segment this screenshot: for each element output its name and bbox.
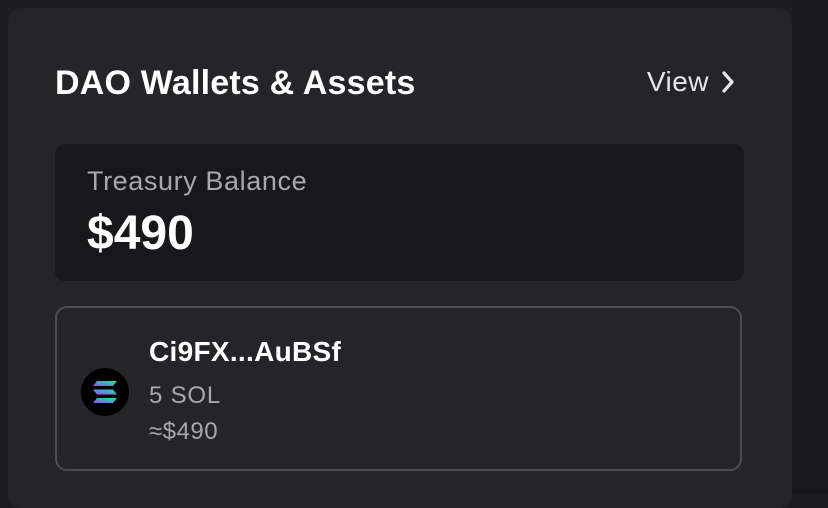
treasury-balance-value: $490: [87, 207, 194, 260]
wallet-token-amount: 5 SOL: [149, 382, 222, 409]
page-side-strip: [792, 0, 828, 494]
view-label: View: [646, 66, 709, 97]
treasury-balance-label: Treasury Balance: [87, 166, 308, 196]
card-title: DAO Wallets & Assets: [55, 64, 416, 102]
card-header: DAO Wallets & Assets View: [55, 62, 735, 108]
chevron-right-icon: [722, 71, 734, 93]
wallet-item[interactable]: Ci9FX...AuBSf 5 SOL ≈$490: [55, 306, 742, 471]
treasury-balance-panel: Treasury Balance $490: [55, 144, 744, 281]
view-button[interactable]: View: [647, 66, 735, 98]
wallet-usd-value: ≈$490: [149, 418, 219, 445]
wallet-address: Ci9FX...AuBSf: [149, 336, 342, 367]
solana-icon: [81, 368, 129, 416]
